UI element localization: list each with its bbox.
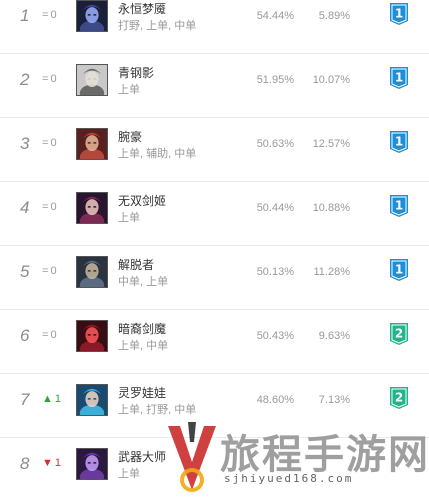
champion-row[interactable]: 5 = 0 解脱者中单, 上单 50.13% 11.28% 1: [0, 246, 429, 310]
champion-row[interactable]: 2 = 0 青钢影上单 51.95% 10.07% 1: [0, 54, 429, 118]
champion-name[interactable]: 青钢影: [118, 64, 154, 81]
win-rate: 50.43%: [256, 330, 294, 342]
champion-name[interactable]: 永恒梦魇: [118, 0, 166, 17]
equal-icon: =: [42, 137, 49, 149]
equal-icon: =: [42, 329, 49, 341]
rank-change: = 0: [42, 265, 70, 277]
equal-icon: =: [42, 265, 49, 277]
rank-change: ▲ 1: [42, 393, 70, 405]
champion-row[interactable]: 3 = 0 腕豪上单, 辅助, 中单 50.63% 12.57% 1: [0, 118, 429, 182]
champion-row[interactable]: 6 = 0 暗裔剑魔上单, 中单 50.43% 9.63% 2: [0, 310, 429, 374]
tier-badge-icon: 1: [389, 2, 409, 26]
rank-change-value: 1: [54, 457, 62, 469]
tier-badge-icon: 1: [389, 130, 409, 154]
champion-row[interactable]: 7 ▲ 1 灵罗娃娃上单, 打野, 中单 48.60% 7.13% 2: [0, 374, 429, 438]
champion-roles: 上单: [118, 84, 140, 96]
champion-name[interactable]: 解脱者: [118, 256, 154, 273]
champion-roles: 中单, 上单: [118, 276, 169, 288]
champion-row[interactable]: 8 ▼ 1 武器大师上单: [0, 438, 429, 500]
rank-change: = 0: [42, 329, 70, 341]
equal-icon: =: [42, 9, 49, 21]
tier-badge-icon: 1: [389, 66, 409, 90]
win-rate: 50.13%: [256, 266, 294, 278]
camille-avatar[interactable]: [76, 64, 108, 96]
rank-change-value: 0: [50, 137, 57, 149]
pick-rate: 11.28%: [313, 266, 351, 278]
rank-number: 3: [20, 134, 30, 153]
tier-label: 1: [395, 199, 403, 213]
rank-change: = 0: [42, 9, 70, 21]
champion-roles: 上单: [118, 212, 140, 224]
win-rate: 48.60%: [256, 394, 294, 406]
win-rate: 50.63%: [256, 138, 294, 150]
rank-change-value: 0: [50, 201, 57, 213]
pick-rate: 12.57%: [312, 138, 350, 150]
pick-rate: 10.07%: [312, 74, 350, 86]
champion-roles: 上单, 辅助, 中单: [118, 148, 197, 160]
rank-number: 6: [20, 326, 30, 345]
tier-badge-icon: 1: [389, 194, 409, 218]
pick-rate: 9.63%: [318, 330, 350, 342]
tier-badge-icon: 2: [389, 386, 409, 410]
sett-avatar[interactable]: [76, 128, 108, 160]
champion-name[interactable]: 无双剑姬: [118, 192, 166, 209]
rank-change-value: 0: [50, 73, 57, 85]
arrow-down-icon: ▼: [42, 457, 53, 469]
champion-row[interactable]: 1 = 0 永恒梦魇打野, 上单, 中单 54.44% 5.89% 1: [0, 0, 429, 54]
tier-label: 1: [395, 7, 403, 21]
win-rate: 54.44%: [256, 10, 294, 22]
champion-roles: 上单, 打野, 中单: [118, 404, 197, 416]
tier-badge-icon: 1: [389, 258, 409, 282]
rank-number: 7: [20, 390, 30, 409]
pick-rate: 5.89%: [318, 10, 350, 22]
champion-roles: 打野, 上单, 中单: [118, 20, 197, 32]
tier-label: 1: [395, 263, 403, 277]
tier-badge-icon: 2: [389, 322, 409, 346]
champion-name[interactable]: 暗裔剑魔: [118, 320, 166, 337]
nocturne-avatar[interactable]: [76, 0, 108, 32]
tier-label: 2: [395, 391, 403, 405]
rank-number: 1: [20, 6, 30, 25]
champion-roles: 上单: [118, 468, 140, 480]
aatrox-avatar[interactable]: [76, 320, 108, 352]
rank-change: = 0: [42, 201, 70, 213]
rank-change-value: 0: [50, 9, 57, 21]
gwen-avatar[interactable]: [76, 384, 108, 416]
rank-change-value: 0: [50, 265, 57, 277]
champion-name[interactable]: 腕豪: [118, 128, 142, 145]
jax-avatar[interactable]: [76, 448, 108, 480]
arrow-up-icon: ▲: [42, 393, 53, 405]
champion-row[interactable]: 4 = 0 无双剑姬上单 50.44% 10.88% 1: [0, 182, 429, 246]
rank-number: 8: [20, 454, 30, 473]
champion-name[interactable]: 武器大师: [118, 448, 166, 465]
rank-change: = 0: [42, 137, 70, 149]
win-rate: 50.44%: [256, 202, 294, 214]
rank-number: 2: [20, 70, 30, 89]
rank-change-value: 0: [50, 329, 57, 341]
win-rate: 51.95%: [256, 74, 294, 86]
rank-change: ▼ 1: [42, 457, 70, 469]
pick-rate: 7.13%: [318, 394, 350, 406]
rank-number: 4: [20, 198, 30, 217]
rank-change-value: 1: [54, 393, 62, 405]
equal-icon: =: [42, 73, 49, 85]
fiora-avatar[interactable]: [76, 192, 108, 224]
champion-name[interactable]: 灵罗娃娃: [118, 384, 166, 401]
champion-roles: 上单, 中单: [118, 340, 169, 352]
tier-label: 1: [395, 71, 403, 85]
pick-rate: 10.88%: [312, 202, 350, 214]
equal-icon: =: [42, 201, 49, 213]
tier-label: 2: [395, 327, 403, 341]
rank-change: = 0: [42, 73, 70, 85]
tier-label: 1: [395, 135, 403, 149]
rank-number: 5: [20, 262, 30, 281]
sylas-avatar[interactable]: [76, 256, 108, 288]
